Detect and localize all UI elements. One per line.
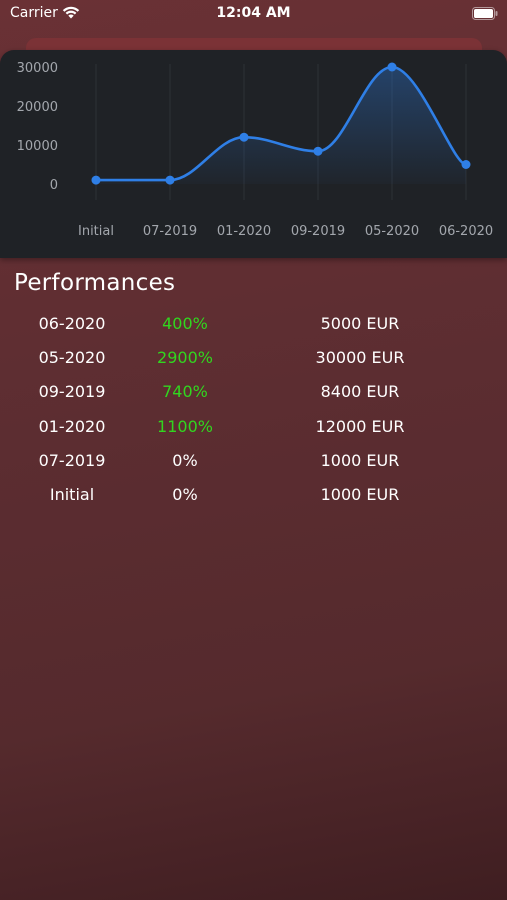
row-value: 5000 EUR xyxy=(320,314,400,333)
row-percentage: 1100% xyxy=(157,416,213,436)
section-title: Performances xyxy=(14,270,176,296)
battery-icon xyxy=(472,7,498,20)
row-value: 1000 EUR xyxy=(320,484,400,504)
row-date: 01-2020 xyxy=(38,416,106,436)
y-tick-label: 10000 xyxy=(17,139,58,154)
row-date: Initial xyxy=(49,484,95,504)
y-tick-label: 0 xyxy=(50,178,58,193)
row-value: 1000 EUR xyxy=(320,450,400,470)
y-tick-label: 30000 xyxy=(17,61,58,76)
table-row: 05-2020 2900% 30000 EUR xyxy=(0,346,507,380)
row-percentage: 0% xyxy=(172,450,198,470)
row-value: 12000 EUR xyxy=(315,416,405,436)
x-tick-label: 06-2020 xyxy=(439,224,493,239)
x-tick-label: 01-2020 xyxy=(217,224,271,239)
table-row: 07-2019 0% 1000 EUR xyxy=(0,449,507,483)
x-tick-label: 05-2020 xyxy=(365,224,419,239)
table-row: Initial 0% 1000 EUR xyxy=(0,483,507,517)
data-point[interactable] xyxy=(387,62,397,72)
series-area xyxy=(96,67,466,184)
data-point[interactable] xyxy=(239,132,249,142)
row-percentage: 400% xyxy=(162,314,208,333)
chart-card: 30000 20000 10000 0 Initial 07-2019 01-2020 09… xyxy=(0,50,507,258)
y-tick-label: 20000 xyxy=(17,100,58,115)
data-point[interactable] xyxy=(165,175,175,185)
data-point[interactable] xyxy=(461,160,471,169)
row-date: 07-2019 xyxy=(38,450,106,470)
row-date: 09-2019 xyxy=(38,382,106,402)
row-date: 05-2020 xyxy=(38,348,106,368)
performance-table: 06-2020 400% 5000 EUR 05-2020 2900% 30000 EUR… xyxy=(0,312,507,517)
row-date: 06-2020 xyxy=(38,314,106,333)
x-tick-label: 07-2019 xyxy=(143,224,197,239)
data-point[interactable] xyxy=(313,146,323,156)
row-percentage: 740% xyxy=(162,382,208,402)
row-percentage: 2900% xyxy=(157,348,213,368)
row-value: 30000 EUR xyxy=(315,348,405,368)
status-bar: Carrier 12:04 AM xyxy=(0,0,507,30)
row-percentage: 0% xyxy=(172,484,198,504)
row-value: 8400 EUR xyxy=(320,382,400,402)
x-tick-label: Initial xyxy=(78,224,114,239)
data-point[interactable] xyxy=(91,175,101,185)
table-row: 01-2020 1100% 12000 EUR xyxy=(0,415,507,449)
table-row: 06-2020 400% 5000 EUR xyxy=(0,312,507,346)
performance-line-chart: 30000 20000 10000 0 Initial 07-2019 01-2020 09… xyxy=(17,61,494,239)
table-row: 09-2019 740% 8400 EUR xyxy=(0,380,507,414)
x-tick-label: 09-2019 xyxy=(291,224,345,239)
status-time: 12:04 AM xyxy=(216,5,291,21)
